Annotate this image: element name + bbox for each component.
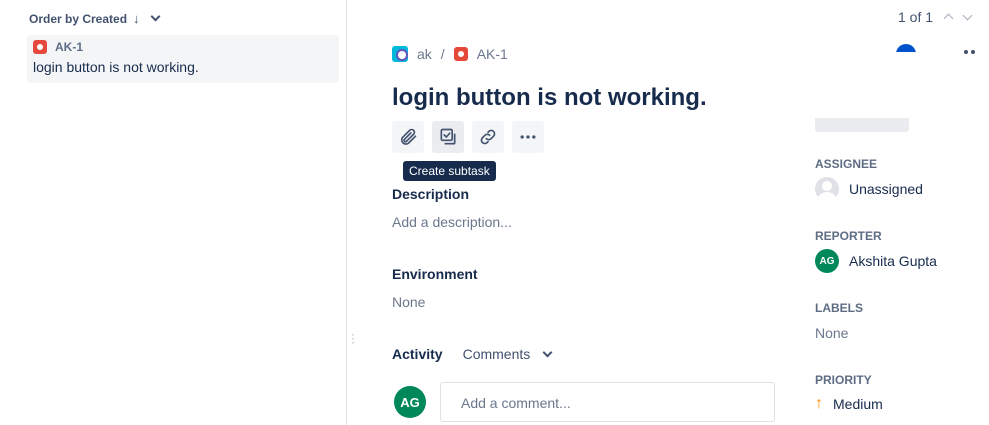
labels-value: None: [815, 325, 849, 341]
issue-toolbar: [392, 121, 544, 153]
description-label: Description: [392, 186, 470, 202]
issue-list-panel: Order by Created ↓ AK-1 login button is …: [0, 0, 347, 425]
sort-descending-icon[interactable]: ↓: [133, 11, 140, 26]
watch-icon[interactable]: [896, 44, 916, 52]
assignee-field[interactable]: Unassigned: [815, 177, 923, 201]
chevron-down-icon: [542, 347, 553, 357]
reporter-label: REPORTER: [815, 229, 882, 243]
previous-issue-icon[interactable]: [943, 13, 954, 24]
priority-label: PRIORITY: [815, 373, 872, 387]
avatar: AG: [394, 386, 426, 418]
activity-header: Activity Comments: [392, 346, 553, 362]
link-issue-button[interactable]: [472, 121, 504, 153]
more-options-icon[interactable]: [964, 50, 975, 54]
subtask-icon: [440, 128, 456, 145]
issue-title[interactable]: login button is not working.: [392, 84, 707, 112]
priority-medium-icon: ↑: [815, 395, 823, 412]
order-by-control[interactable]: Order by Created ↓: [29, 11, 160, 26]
environment-label: Environment: [392, 266, 478, 282]
issue-key: AK-1: [55, 40, 84, 54]
priority-field[interactable]: ↑ Medium: [815, 395, 883, 413]
activity-filter-dropdown[interactable]: Comments: [462, 346, 553, 362]
project-avatar-icon: [392, 46, 408, 62]
labels-label: LABELS: [815, 301, 863, 315]
description-field[interactable]: Add a description...: [392, 214, 512, 230]
bug-icon: [33, 40, 47, 54]
issue-summary: login button is not working.: [33, 59, 199, 75]
comment-input[interactable]: Add a comment...: [440, 382, 775, 422]
avatar: AG: [815, 249, 839, 273]
breadcrumb-project[interactable]: ak: [417, 46, 432, 62]
breadcrumb-issue-key[interactable]: AK-1: [477, 46, 508, 62]
attach-button[interactable]: [392, 121, 424, 153]
reporter-name: Akshita Gupta: [849, 253, 937, 269]
activity-label: Activity: [392, 346, 443, 362]
activity-filter-value: Comments: [462, 346, 531, 362]
priority-value: Medium: [833, 396, 883, 412]
unassigned-avatar-icon: [815, 177, 839, 201]
reporter-field[interactable]: AG Akshita Gupta: [815, 249, 937, 273]
breadcrumb: ak / AK-1: [392, 46, 508, 62]
tooltip: Create subtask: [403, 161, 496, 181]
link-icon: [480, 129, 496, 145]
paperclip-icon: [400, 128, 417, 145]
more-actions-button[interactable]: [512, 121, 544, 153]
order-by-label: Order by Created: [29, 11, 128, 26]
more-icon: [520, 135, 536, 139]
chevron-down-icon[interactable]: [150, 11, 160, 22]
environment-field[interactable]: None: [392, 294, 425, 310]
assignee-label: ASSIGNEE: [815, 157, 878, 171]
bug-icon: [453, 47, 468, 61]
status-button[interactable]: [815, 118, 909, 132]
assignee-value: Unassigned: [849, 181, 923, 197]
breadcrumb-separator: /: [440, 46, 445, 62]
next-issue-icon[interactable]: [962, 10, 973, 21]
create-subtask-button[interactable]: [432, 121, 464, 153]
list-item[interactable]: AK-1 login button is not working.: [27, 35, 339, 83]
pager: 1 of 1: [898, 9, 973, 25]
resize-handle[interactable]: · · ·: [351, 328, 355, 348]
pager-text: 1 of 1: [898, 9, 934, 25]
labels-field[interactable]: None: [815, 325, 848, 341]
